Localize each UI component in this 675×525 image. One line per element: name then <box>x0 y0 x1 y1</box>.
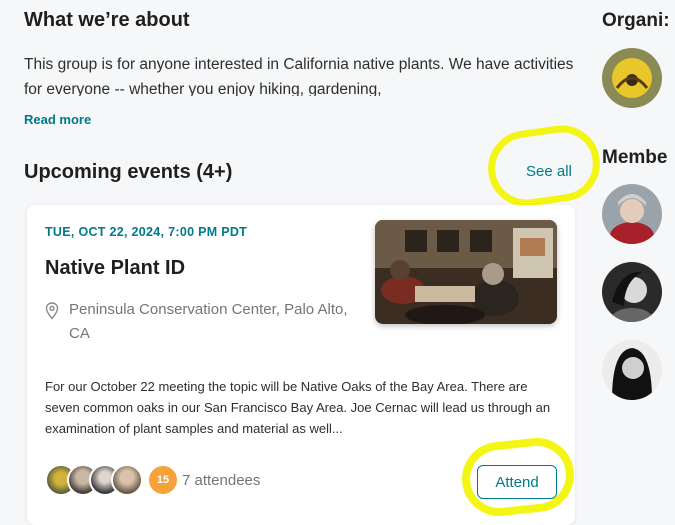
location-pin-icon <box>45 302 59 320</box>
member-avatar[interactable] <box>602 340 662 400</box>
event-location: Peninsula Conservation Center, Palo Alto… <box>69 301 348 342</box>
organizer-avatar[interactable] <box>602 48 662 108</box>
upcoming-events-heading: Upcoming events (4+) <box>24 161 233 183</box>
sidebar: Organi: Membe <box>596 0 675 517</box>
main-column: What we’re about This group is for anyon… <box>0 0 605 525</box>
event-description: For our October 22 meeting the topic wil… <box>45 379 551 436</box>
about-heading: What we’re about <box>24 9 190 31</box>
about-description: This group is for anyone interested in C… <box>24 56 574 96</box>
attendee-count[interactable]: 7 attendees <box>182 472 260 489</box>
event-photo[interactable] <box>375 220 557 324</box>
event-title[interactable]: Native Plant ID <box>45 257 185 280</box>
members-heading: Membe <box>602 147 668 168</box>
see-all-highlight-mark <box>483 120 605 212</box>
more-attendees-badge: 15 <box>147 464 179 496</box>
organizer-heading: Organi: <box>602 10 670 31</box>
member-avatar[interactable] <box>602 262 662 322</box>
event-date: TUE, OCT 22, 2024, 7:00 PM PDT <box>45 225 248 239</box>
attendee-avatar <box>111 464 143 496</box>
member-avatar[interactable] <box>602 184 662 244</box>
read-more-link[interactable]: Read more <box>24 112 91 127</box>
